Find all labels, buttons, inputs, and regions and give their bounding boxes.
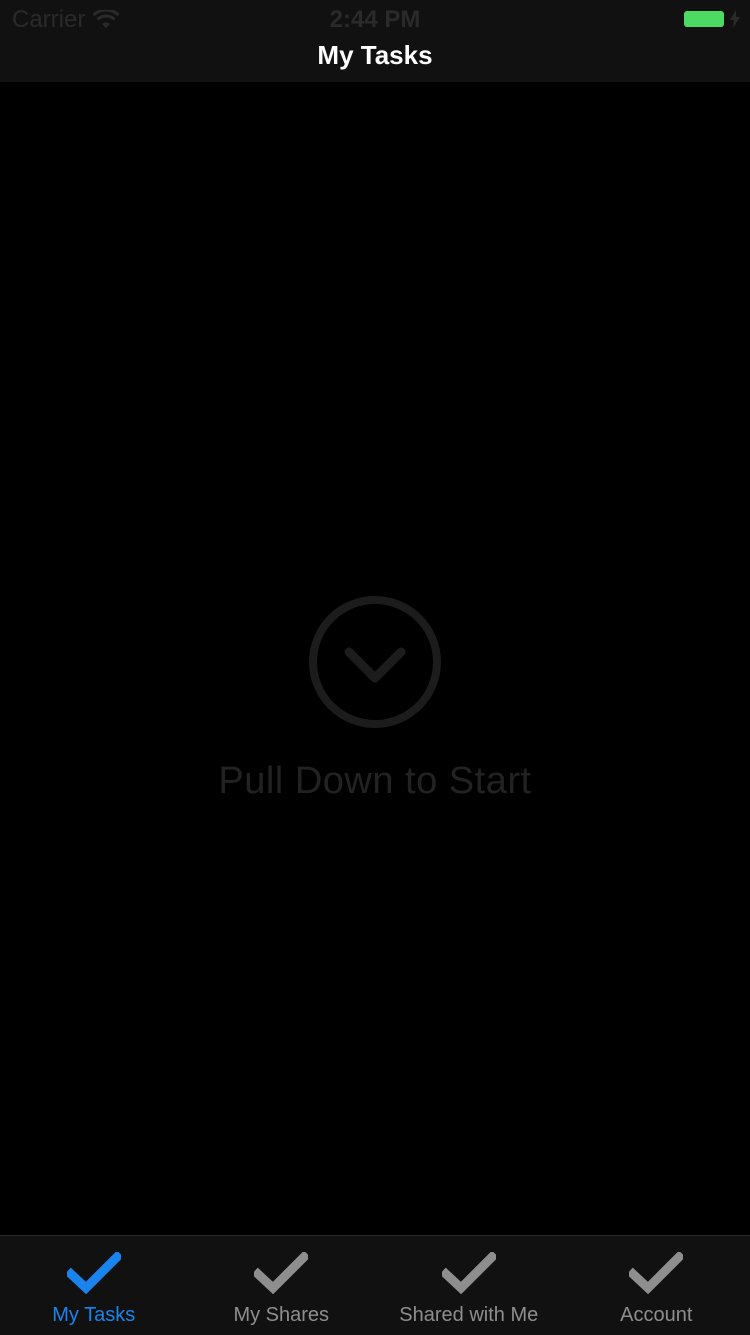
page-title: My Tasks [0,40,750,71]
checkmark-icon [254,1252,308,1294]
checkmark-icon [67,1252,121,1294]
tab-shared-with-me[interactable]: Shared with Me [375,1236,563,1335]
empty-state: Pull Down to Start [0,594,750,803]
tab-label: My Shares [233,1304,329,1327]
tab-my-tasks[interactable]: My Tasks [0,1236,188,1335]
battery-indicator [684,10,740,28]
tab-account[interactable]: Account [563,1236,750,1335]
battery-icon [684,11,724,27]
tab-label: My Tasks [52,1304,135,1327]
tab-label: Account [620,1304,692,1327]
tab-bar: My Tasks My Shares Shared with Me Accoun… [0,1235,750,1335]
checkmark-icon [442,1252,496,1294]
chevron-down-circle-icon [307,594,443,730]
tab-label: Shared with Me [399,1304,538,1327]
navigation-bar: My Tasks [0,30,750,83]
empty-state-message: Pull Down to Start [218,760,531,803]
charging-bolt-icon [730,10,740,28]
checkmark-icon [629,1252,683,1294]
task-list-area[interactable]: Pull Down to Start [0,82,750,1235]
tab-my-shares[interactable]: My Shares [188,1236,376,1335]
